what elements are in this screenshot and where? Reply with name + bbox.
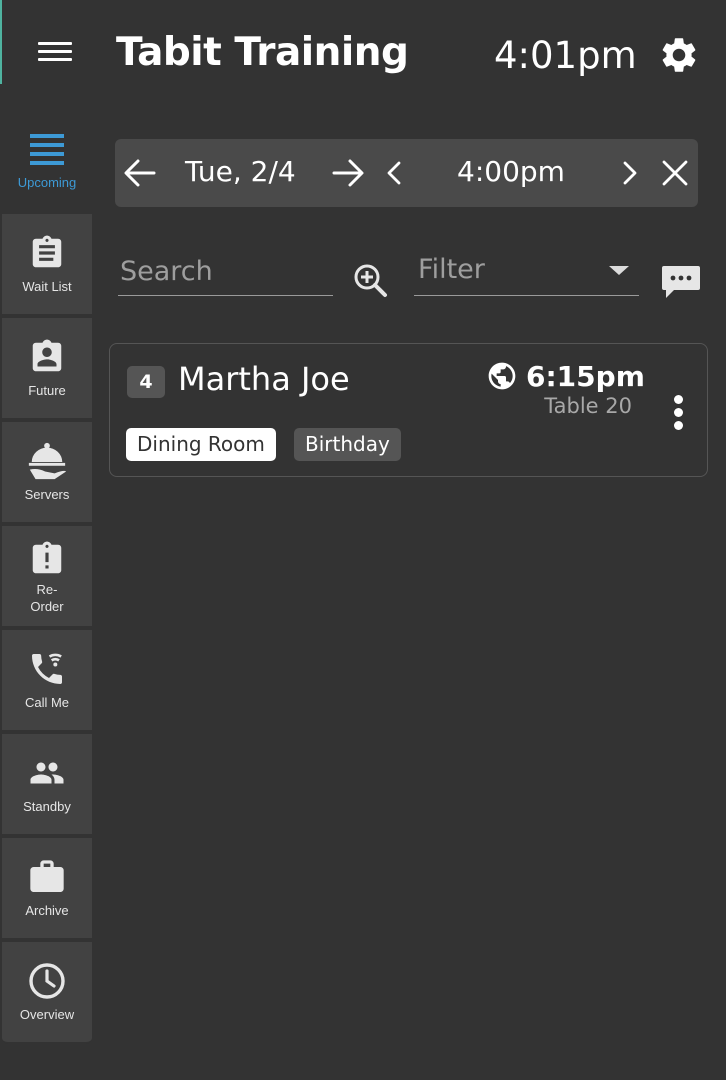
reservation-time: 6:15pm: [526, 360, 645, 393]
sidebar-item-upcoming[interactable]: Upcoming: [2, 110, 92, 212]
sidebar-item-label-line: Re- Order: [30, 582, 64, 614]
more-vertical-icon: [673, 407, 683, 417]
selected-date[interactable]: Tue, 2/4: [185, 155, 296, 188]
party-size-badge: 4: [127, 366, 165, 398]
top-header: Tabit Training 4:01pm: [0, 0, 726, 110]
sidebar-item-overview[interactable]: Overview: [2, 942, 92, 1044]
area-tag: Dining Room: [126, 428, 276, 461]
list-icon-wrap: [26, 128, 68, 170]
more-options-button[interactable]: [665, 390, 691, 434]
more-vertical-icon: [673, 420, 683, 430]
occasion-tag: Birthday: [294, 428, 401, 461]
app-title: Tabit Training: [116, 30, 409, 75]
sidebar-item-label: Overview: [19, 1007, 75, 1022]
arrow-left-icon: [124, 159, 156, 187]
sidebar-nav: Upcoming Wait List Future Servers Re- Or…: [0, 110, 92, 1050]
sidebar-item-standby[interactable]: Standby: [2, 734, 92, 836]
gear-icon: [662, 38, 696, 72]
chat-bubble-icon: [662, 266, 700, 298]
people-icon: [30, 762, 64, 784]
hamburger-icon: [38, 58, 72, 61]
current-time: 4:01pm: [494, 34, 637, 77]
window-accent-edge: [0, 0, 2, 84]
globe-icon: [488, 362, 516, 390]
sidebar-item-label: Call Me: [24, 695, 70, 710]
table-number: Table 20: [544, 394, 632, 418]
briefcase-icon-wrap: [26, 856, 68, 898]
clock-icon-wrap: [26, 960, 68, 1002]
message-button[interactable]: [660, 260, 702, 302]
clipboard-alert-icon: [32, 541, 62, 574]
sidebar-item-archive[interactable]: Archive: [2, 838, 92, 940]
arrow-right-icon: [332, 159, 364, 187]
caret-down-icon: [609, 266, 629, 275]
cloche-icon-wrap: [26, 440, 68, 482]
zoom-in-icon: [354, 264, 387, 297]
people-icon-wrap: [26, 752, 68, 794]
phone-wifi-icon: [32, 653, 62, 684]
search-field: [118, 246, 333, 296]
date-time-navigator: Tue, 2/4 4:00pm: [115, 139, 698, 207]
cloche-icon: [28, 442, 67, 480]
clock-icon: [29, 963, 65, 999]
sidebar-item-re-order[interactable]: Re- Order: [2, 526, 92, 628]
list-icon: [30, 134, 64, 165]
more-vertical-icon: [673, 394, 683, 404]
sidebar-item-label: Archive: [25, 903, 69, 918]
clipboard-alert-icon-wrap: [26, 538, 68, 580]
hamburger-icon: [38, 50, 72, 53]
next-time-button[interactable]: [615, 139, 645, 207]
close-icon: [662, 160, 688, 186]
contact-badge-icon: [32, 339, 62, 372]
filter-placeholder: Filter: [418, 254, 485, 285]
hamburger-menu-button[interactable]: [38, 38, 78, 72]
guest-name: Martha Joe: [178, 360, 350, 398]
chevron-left-icon: [387, 161, 401, 185]
phone-wifi-icon-wrap: [26, 648, 68, 690]
sidebar-item-servers[interactable]: Servers: [2, 422, 92, 524]
clipboard-icon: [32, 235, 62, 268]
sidebar-item-label: Wait List: [22, 279, 72, 294]
prev-date-button[interactable]: [119, 139, 159, 207]
sidebar-item-label: Future: [28, 383, 66, 398]
sidebar-item-future[interactable]: Future: [2, 318, 92, 420]
contact-badge-icon-wrap: [26, 336, 68, 378]
search-input[interactable]: [118, 246, 333, 296]
sidebar-item-label: Re- Order: [5, 581, 89, 615]
clipboard-icon-wrap: [26, 232, 68, 274]
search-submit-button[interactable]: [350, 260, 390, 300]
hamburger-icon: [38, 42, 72, 45]
settings-button[interactable]: [658, 34, 700, 76]
sidebar-item-label: Upcoming: [17, 175, 77, 190]
reservation-card[interactable]: 4 Martha Joe 6:15pm Table 20 Dining Room…: [109, 343, 708, 477]
prev-time-button[interactable]: [379, 139, 409, 207]
sidebar-item-label: Servers: [24, 487, 70, 502]
app-root: Tabit Training 4:01pm Upcoming Wait List…: [0, 0, 726, 1080]
sidebar-item-call-me[interactable]: Call Me: [2, 630, 92, 732]
clear-datetime-button[interactable]: [655, 139, 695, 207]
next-date-button[interactable]: [329, 139, 369, 207]
briefcase-icon: [30, 860, 64, 892]
sidebar-item-wait-list[interactable]: Wait List: [2, 214, 92, 316]
selected-time[interactable]: 4:00pm: [457, 155, 565, 188]
filter-dropdown[interactable]: Filter: [414, 246, 639, 296]
sidebar-item-label: Standby: [23, 799, 71, 814]
chevron-right-icon: [623, 161, 637, 185]
